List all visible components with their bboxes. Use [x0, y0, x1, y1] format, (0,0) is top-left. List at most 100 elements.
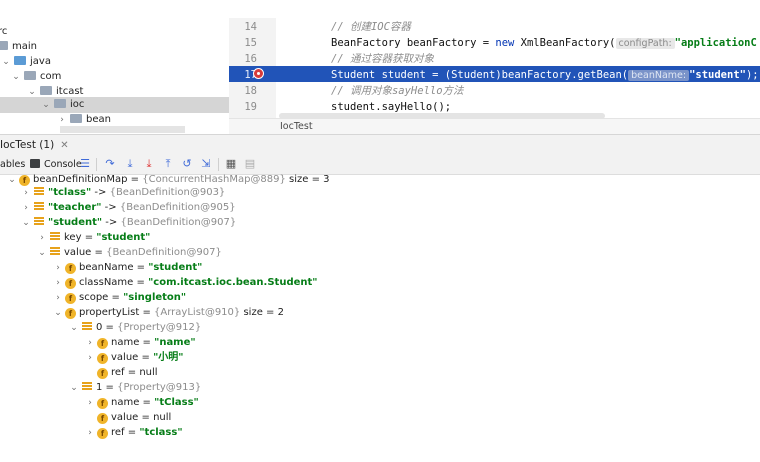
field-icon: f	[97, 353, 108, 364]
tree-item-rc[interactable]: rc	[0, 24, 7, 40]
tree-node[interactable]: › f name = "name"	[84, 335, 196, 350]
chevron-down-icon[interactable]: ⌄	[68, 381, 80, 396]
tree-item-label: bean	[86, 114, 111, 125]
line-number: 15	[244, 37, 257, 49]
chevron-right-icon[interactable]: ›	[52, 291, 64, 306]
chevron-down-icon[interactable]: ⌄	[20, 216, 32, 231]
list-element-icon	[82, 381, 92, 391]
chevron-down-icon[interactable]: ⌄	[52, 306, 64, 321]
field-icon: f	[65, 263, 76, 274]
chevron-right-icon[interactable]: ›	[20, 201, 32, 216]
table-view-icon[interactable]: ▤	[244, 158, 256, 170]
parameter-hint: beanName:	[628, 70, 690, 81]
code-line-current: Student student = (Student)beanFactory.g…	[331, 69, 759, 81]
chevron-right-icon[interactable]: ›	[84, 426, 96, 441]
tree-node[interactable]: › f name = "tClass"	[84, 395, 199, 410]
code-comment: // 调用对象sayHello方法	[331, 85, 464, 97]
code-comment: // 通过容器获取对象	[331, 53, 434, 65]
tree-node[interactable]: › f scope = "singleton"	[52, 290, 186, 305]
chevron-right-icon[interactable]: ›	[84, 336, 96, 351]
tree-item-label: rc	[0, 26, 8, 37]
package-icon	[24, 71, 36, 80]
chevron-down-icon[interactable]: ⌄	[26, 84, 38, 100]
editor-breadcrumb[interactable]: IocTest	[280, 119, 313, 135]
folder-icon	[0, 41, 8, 50]
line-number: 14	[244, 21, 257, 33]
console-icon	[30, 159, 40, 168]
run-to-cursor-icon[interactable]: ⇲	[200, 158, 212, 170]
tree-node[interactable]: › "tclass" -> {BeanDefinition@903}	[20, 185, 225, 200]
chevron-right-icon[interactable]: ›	[20, 186, 32, 201]
entry-value-icon	[50, 246, 60, 256]
chevron-down-icon[interactable]: ⌄	[40, 97, 52, 113]
tree-node[interactable]: ⌄ 1 = {Property@913}	[68, 380, 201, 395]
chevron-down-icon[interactable]: ⌄	[0, 54, 12, 70]
field-icon: f	[65, 278, 76, 289]
chevron-right-icon[interactable]: ›	[52, 261, 64, 276]
breakpoint-icon[interactable]	[253, 68, 264, 79]
close-icon[interactable]: ✕	[60, 140, 68, 151]
tree-node[interactable]: ⌄ value = {BeanDefinition@907}	[36, 245, 222, 260]
tree-item-label: java	[30, 56, 51, 67]
chevron-right-icon[interactable]: ›	[36, 231, 48, 246]
tree-node[interactable]: f ref = null	[84, 365, 158, 380]
tree-item-main[interactable]: main	[0, 39, 37, 55]
menu-lines-icon[interactable]: ☰	[79, 158, 91, 170]
debug-header	[0, 134, 760, 158]
tree-item-com[interactable]: ⌄ com	[10, 69, 61, 85]
tree-item-java[interactable]: ⌄ java	[0, 54, 51, 70]
tree-node[interactable]: › "teacher" -> {BeanDefinition@905}	[20, 200, 236, 215]
field-icon: f	[65, 308, 76, 319]
tree-node[interactable]: ⌄ "student" -> {BeanDefinition@907}	[20, 215, 236, 230]
drop-frame-icon[interactable]: ↺	[181, 158, 193, 170]
step-over-icon[interactable]: ↷	[104, 158, 116, 170]
project-tree: rc main ⌄java ⌄com ⌄itcast ⌄ioc ›bean ›c…	[0, 0, 229, 133]
chevron-down-icon[interactable]: ⌄	[68, 321, 80, 336]
chevron-down-icon[interactable]: ⌄	[6, 173, 18, 188]
tab-variables[interactable]: ables	[0, 158, 25, 172]
tree-node[interactable]: ⌄ 0 = {Property@912}	[68, 320, 201, 335]
tree-item-label: itcast	[56, 86, 84, 97]
tree-item-label: ioc	[70, 99, 85, 110]
field-icon: f	[65, 293, 76, 304]
map-entry-icon	[34, 201, 44, 211]
field-icon: f	[97, 413, 108, 424]
chevron-down-icon[interactable]: ⌄	[10, 69, 22, 85]
tree-node[interactable]: › key = "student"	[36, 230, 150, 245]
tree-item-ioc[interactable]: ⌄ ioc	[40, 97, 84, 113]
tree-node[interactable]: f value = null	[84, 410, 171, 425]
package-icon	[54, 99, 66, 108]
tab-label: IocTest (1)	[0, 139, 55, 151]
tree-node[interactable]: › f className = "com.itcast.ioc.bean.Stude…	[52, 275, 318, 290]
tree-node[interactable]: ⌄ f propertyList = {ArrayList@910} size = …	[52, 305, 284, 320]
field-icon: f	[97, 338, 108, 349]
tab-console[interactable]: Console	[30, 158, 82, 172]
map-entry-icon	[34, 186, 44, 196]
force-step-into-icon[interactable]: ⤓	[143, 158, 155, 170]
tree-node[interactable]: › f value = "小明"	[84, 350, 184, 365]
tree-node[interactable]: › f ref = "tclass"	[84, 425, 183, 440]
list-element-icon	[82, 321, 92, 331]
chevron-right-icon[interactable]: ›	[84, 396, 96, 411]
line-number: 18	[244, 85, 257, 97]
field-icon: f	[97, 398, 108, 409]
code-line: BeanFactory beanFactory = new XmlBeanFac…	[331, 37, 757, 49]
evaluate-expression-icon[interactable]: ▦	[225, 158, 237, 170]
step-out-icon[interactable]: ⤒	[162, 158, 174, 170]
tree-item-label: com	[40, 71, 62, 82]
toolbar-separator	[218, 158, 219, 171]
chevron-down-icon[interactable]: ⌄	[36, 246, 48, 261]
step-into-icon[interactable]: ⤓	[124, 158, 136, 170]
package-icon	[40, 86, 52, 95]
tab-ioctest-debug[interactable]: IocTest (1) ✕	[0, 136, 69, 154]
field-icon: f	[97, 368, 108, 379]
tree-node[interactable]: › f beanName = "student"	[52, 260, 202, 275]
tree-horizontal-scrollbar[interactable]	[60, 126, 185, 133]
tree-item-label: main	[12, 41, 37, 52]
package-icon	[70, 114, 82, 123]
map-entry-icon	[34, 216, 44, 226]
chevron-right-icon[interactable]: ›	[52, 276, 64, 291]
chevron-right-icon[interactable]: ›	[84, 351, 96, 366]
source-folder-icon	[14, 56, 26, 65]
line-number: 16	[244, 53, 257, 65]
